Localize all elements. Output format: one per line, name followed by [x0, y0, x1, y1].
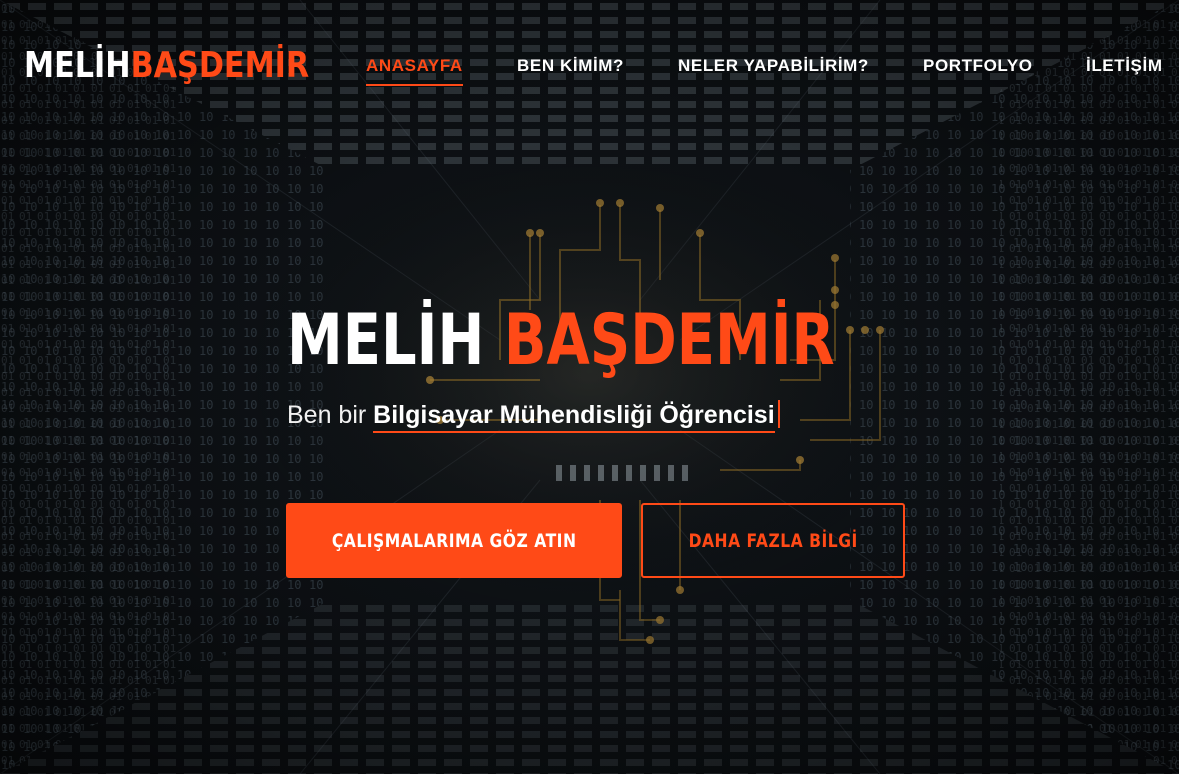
view-works-button-label: ÇALIŞMALARIMA GÖZ ATIN	[331, 529, 577, 552]
nav-item-label: NELER YAPABİLİRİM?	[678, 56, 869, 75]
nav-item-label: BEN KİMİM?	[517, 56, 625, 75]
nav-item-anasayfa[interactable]: ANASAYFA	[366, 55, 463, 86]
active-nav-underline	[366, 84, 463, 86]
typed-text: Bilgisayar Mühendisliği Öğrencisi	[373, 401, 775, 433]
more-info-button[interactable]: DAHA FAZLA BİLGİ	[641, 503, 905, 578]
nav-item-ben-kimim[interactable]: BEN KİMİM?	[517, 55, 624, 77]
hero-subtitle: Ben bir Bilgisayar Mühendisliği Öğrencis…	[287, 398, 780, 433]
nav-item-label: İLETİŞİM	[1086, 56, 1163, 75]
view-works-button[interactable]: ÇALIŞMALARIMA GÖZ ATIN	[286, 503, 622, 578]
nav-item-iletisim[interactable]: İLETİŞİM	[1086, 55, 1163, 77]
nav-item-label: PORTFOLYO	[923, 56, 1033, 75]
page: 10 01	[0, 0, 1179, 774]
main-nav: ANASAYFA BEN KİMİM? NELER YAPABİLİRİM? P…	[0, 55, 1179, 87]
more-info-button-label: DAHA FAZLA BİLGİ	[688, 529, 858, 552]
subtitle-prefix: Ben bir	[287, 401, 367, 429]
hero-title: MELİH BAŞDEMİR	[287, 292, 835, 388]
nav-item-neler-yapabilirim[interactable]: NELER YAPABİLİRİM?	[678, 55, 869, 77]
hero-title-first: MELİH	[287, 299, 485, 381]
site-header: MELİHBAŞDEMİR ANASAYFA BEN KİMİM? NELER …	[0, 0, 1179, 130]
nav-item-portfolyo[interactable]: PORTFOLYO	[923, 55, 1033, 77]
typing-cursor	[777, 400, 780, 428]
hero-title-last: BAŞDEMİR	[503, 299, 835, 381]
nav-item-label: ANASAYFA	[366, 56, 463, 75]
